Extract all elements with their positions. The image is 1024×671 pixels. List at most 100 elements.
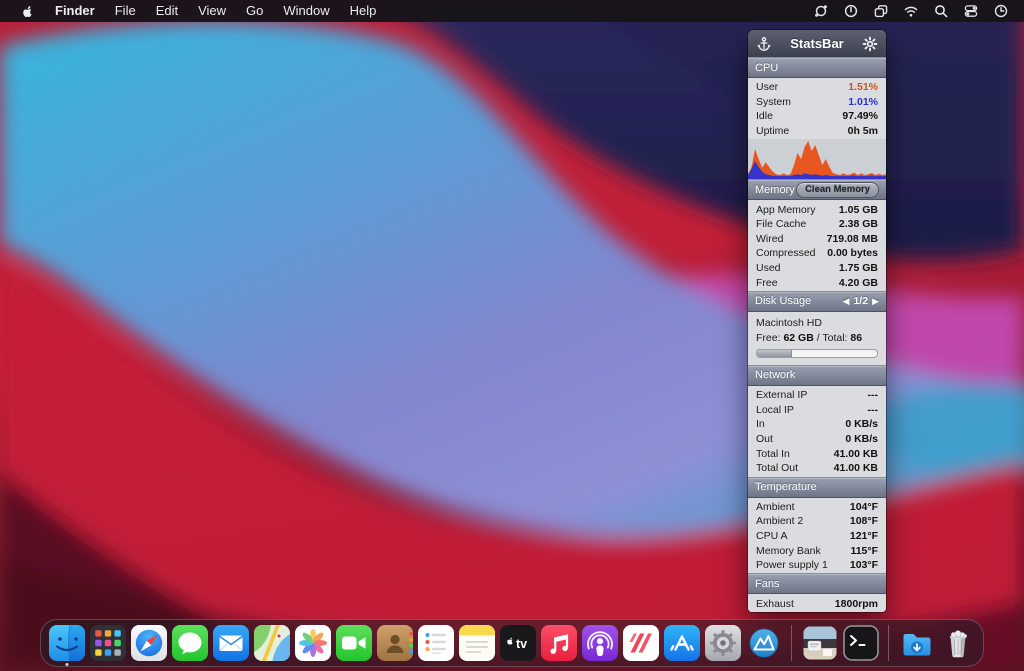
dock-icon-reminders[interactable] xyxy=(417,625,454,662)
dock-icon-photos[interactable] xyxy=(294,625,331,662)
stat-label: Power supply 1 xyxy=(756,559,828,571)
disk-usage-block: Macintosh HDFree: 62 GB / Total: 86 GB xyxy=(748,312,886,365)
dock-icon-preview-window[interactable] xyxy=(801,625,838,662)
temperature-row-cpu-a: CPU A121°F xyxy=(748,529,886,544)
disk-prev-button[interactable]: ◀ xyxy=(843,296,850,307)
stat-value: 1800rpm xyxy=(835,598,878,610)
dock-icon-podcasts[interactable] xyxy=(581,625,618,662)
stat-value: 2.38 GB xyxy=(839,218,878,230)
stat-value: 1.75 GB xyxy=(839,262,878,274)
fans-rows: Exhaust1800rpm xyxy=(748,594,886,612)
dock-icon-mail[interactable] xyxy=(212,625,249,662)
stat-label: Memory Bank xyxy=(756,545,821,557)
stat-value: 0 KB/s xyxy=(845,433,878,445)
disk-next-button[interactable]: ▶ xyxy=(872,296,879,307)
dock-icon-launchpad[interactable] xyxy=(89,625,126,662)
stat-value: 103°F xyxy=(850,559,878,571)
wifi-icon[interactable] xyxy=(900,2,922,20)
control-center-icon[interactable] xyxy=(960,2,982,20)
power-icon[interactable] xyxy=(840,2,862,20)
disk-usage-bar xyxy=(756,349,878,358)
stat-value: 41.00 KB xyxy=(834,448,878,460)
memory-rows: App Memory 1.05 GB File Cache 2.38 GB Wired7… xyxy=(748,200,886,291)
dock-icon-maps[interactable] xyxy=(253,625,290,662)
section-header-network: Network xyxy=(748,365,886,386)
stat-label: User xyxy=(756,81,778,93)
disk-page-indicator: 1/2 xyxy=(853,295,868,307)
section-title-cpu: CPU xyxy=(755,62,778,74)
dock-icon-contacts[interactable] xyxy=(376,625,413,662)
dock-icon-systemprefs[interactable] xyxy=(704,625,741,662)
menu-bar: FinderFileEditViewGoWindowHelp xyxy=(0,0,1024,22)
dock-icon-downloads[interactable] xyxy=(898,625,935,662)
stat-label: System xyxy=(756,96,791,108)
section-title-temperature: Temperature xyxy=(755,481,817,493)
clock-icon[interactable] xyxy=(990,2,1012,20)
dock-icon-safari[interactable] xyxy=(130,625,167,662)
stat-label: File Cache xyxy=(756,218,806,230)
section-title-network: Network xyxy=(755,369,795,381)
menu-item-finder[interactable]: Finder xyxy=(45,3,105,18)
network-rows: External IP --- Local IP---In0 KB/sOut 0 KB… xyxy=(748,386,886,477)
cpu-row-idle: Idle97.49% xyxy=(748,109,886,124)
cpu-rows: User 1.51% System 1.01%Idle97.49%Uptime0h 5… xyxy=(748,78,886,139)
menu-item-window[interactable]: Window xyxy=(273,3,339,18)
menu-item-view[interactable]: View xyxy=(188,3,236,18)
memory-row-used: Used1.75 GB xyxy=(748,261,886,276)
network-row-in: In0 KB/s xyxy=(748,417,886,432)
stat-value: 108°F xyxy=(850,515,878,527)
panel-title: StatsBar xyxy=(772,36,862,51)
dock-icon-tv[interactable]: tv xyxy=(499,625,536,662)
dock-icon-trash[interactable] xyxy=(939,625,976,662)
dock-icon-notes[interactable] xyxy=(458,625,495,662)
apple-logo-icon[interactable] xyxy=(20,4,35,19)
stacked-windows-icon[interactable] xyxy=(870,2,892,20)
clean-memory-button[interactable]: Clean Memory xyxy=(796,182,879,198)
section-header-fans: Fans xyxy=(748,573,886,594)
dock-icon-appstore[interactable] xyxy=(663,625,700,662)
menu-item-file[interactable]: File xyxy=(105,3,146,18)
stat-label: Out xyxy=(756,433,773,445)
section-header-disk: Disk Usage◀1/2▶ xyxy=(748,291,886,312)
memory-row-app-memory: App Memory 1.05 GB xyxy=(748,202,886,217)
menu-item-help[interactable]: Help xyxy=(340,3,387,18)
menu-item-go[interactable]: Go xyxy=(236,3,273,18)
network-row-external-ip: External IP --- xyxy=(748,388,886,403)
stat-value: 104°F xyxy=(850,501,878,513)
dock-icon-finder[interactable] xyxy=(48,625,85,662)
stat-label: App Memory xyxy=(756,204,816,216)
stat-value: --- xyxy=(868,389,879,401)
dock-icon-music[interactable] xyxy=(540,625,577,662)
cpu-usage-graph xyxy=(748,139,886,179)
disk-usage-bar-fill xyxy=(757,350,792,357)
stat-label: External IP xyxy=(756,389,807,401)
cpu-row-uptime: Uptime0h 5m xyxy=(748,124,886,139)
stat-label: Total In xyxy=(756,448,790,460)
stat-label: Compressed xyxy=(756,247,816,259)
stat-value: 4.20 GB xyxy=(839,277,878,289)
menu-status-icons xyxy=(810,2,1012,20)
dock-icon-terminal[interactable] xyxy=(842,625,879,662)
dock-icon-facetime[interactable] xyxy=(335,625,372,662)
dock-divider xyxy=(791,625,792,661)
dock-icon-messages[interactable] xyxy=(171,625,208,662)
memory-row-file-cache: File Cache 2.38 GB xyxy=(748,217,886,232)
dock-icon-news[interactable] xyxy=(622,625,659,662)
section-header-temperature: Temperature xyxy=(748,477,886,498)
memory-row-wired: Wired719.08 MB xyxy=(748,232,886,247)
menu-item-edit[interactable]: Edit xyxy=(146,3,188,18)
statsbar-menubar-icon[interactable] xyxy=(810,2,832,20)
stat-value: 115°F xyxy=(850,545,878,557)
stat-value: 1.51% xyxy=(848,81,878,93)
network-row-total-out: Total Out41.00 KB xyxy=(748,461,886,476)
dock-icon-statsbar[interactable] xyxy=(745,625,782,662)
temperature-row-power-supply-1: Power supply 1 103°F xyxy=(748,558,886,573)
anchor-icon[interactable] xyxy=(756,36,772,52)
cpu-row-user: User 1.51% xyxy=(748,80,886,95)
spotlight-search-icon[interactable] xyxy=(930,2,952,20)
stat-value: 1.01% xyxy=(848,96,878,108)
network-row-local-ip: Local IP--- xyxy=(748,403,886,418)
fans-row-exhaust: Exhaust1800rpm xyxy=(748,596,886,611)
stat-value: 1.05 GB xyxy=(839,204,878,216)
gear-icon[interactable] xyxy=(862,36,878,52)
